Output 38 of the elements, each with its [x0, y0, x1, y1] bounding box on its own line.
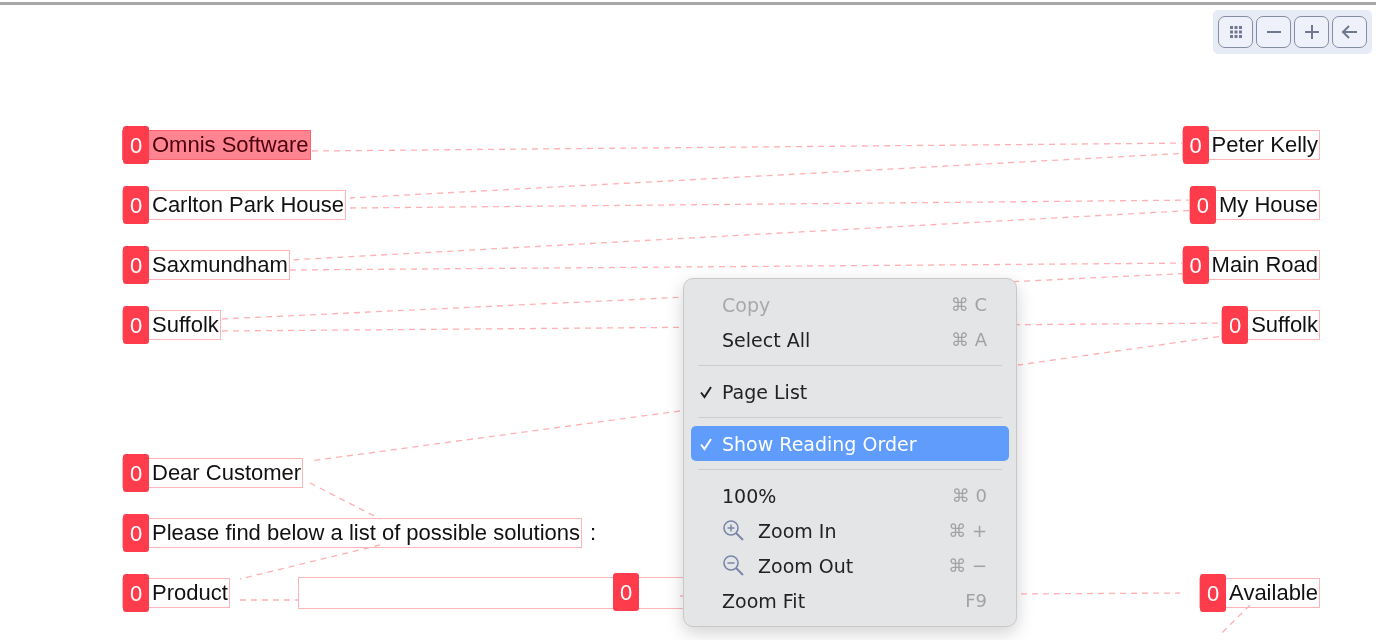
order-badge: 0 — [1222, 306, 1249, 344]
menu-item[interactable]: Select All ⌘ A — [691, 322, 1009, 357]
back-button[interactable] — [1332, 16, 1367, 48]
menu-item[interactable]: Zoom Fit F9 — [691, 583, 1009, 618]
document-text: Product — [152, 581, 228, 605]
order-badge: 0 — [123, 454, 149, 492]
document-text: Peter Kelly — [1211, 133, 1318, 157]
document-text: Available — [1229, 581, 1318, 605]
document-text: My House — [1218, 193, 1318, 217]
menu-item[interactable]: Page List — [691, 374, 1009, 409]
document-text: Saxmundham — [152, 253, 288, 277]
document-text: Carlton Park House — [152, 193, 344, 217]
zoom-out-icon — [722, 553, 746, 578]
document-text: Main Road — [1211, 253, 1318, 277]
zoom-in-button[interactable] — [1294, 16, 1329, 48]
document-text: Please find below a list of possible solutions — [152, 521, 581, 545]
order-badge: 0 — [123, 574, 149, 612]
zoom-out-button[interactable] — [1256, 16, 1291, 48]
order-badge: 0 — [1182, 246, 1209, 284]
document-text: Suffolk — [1251, 313, 1318, 337]
punctuation-text: : — [590, 520, 597, 546]
order-badge: 0 — [1182, 126, 1209, 164]
menu-item[interactable]: 100% ⌘ 0 — [691, 478, 1009, 513]
order-badge: 0 — [123, 514, 149, 552]
order-badge: 0 — [123, 186, 149, 224]
order-badge: 0 — [123, 126, 149, 164]
menu-item[interactable]: Zoom In ⌘ + — [691, 513, 1009, 548]
zoom-in-icon — [722, 518, 746, 543]
grid-button[interactable] — [1218, 16, 1253, 48]
order-badge: 0 — [123, 246, 149, 284]
order-badge: 0 — [123, 306, 149, 344]
order-badge: 0 — [613, 573, 639, 611]
document-text: Dear Customer — [152, 461, 302, 485]
order-badge: 0 — [1189, 186, 1216, 224]
menu-item[interactable]: Zoom Out ⌘ − — [691, 548, 1009, 583]
document-text: Omnis Software — [152, 133, 309, 157]
document-text: Suffolk — [152, 313, 219, 337]
order-badge: 0 — [1200, 574, 1227, 612]
